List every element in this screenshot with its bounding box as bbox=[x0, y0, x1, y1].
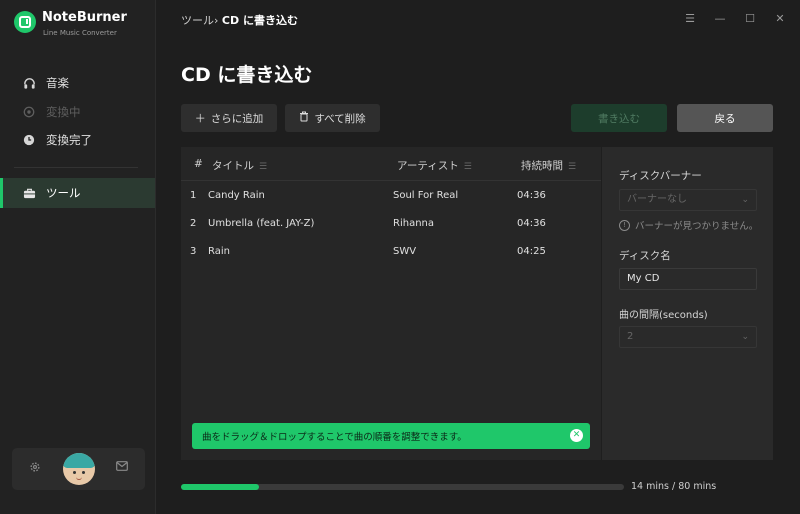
breadcrumb: ツール› CD に書き込む bbox=[181, 12, 298, 28]
row-num: 1 bbox=[190, 190, 197, 201]
sort-icon: ☰ bbox=[463, 162, 472, 172]
toolbox-icon bbox=[22, 186, 36, 200]
capacity-text: 14 mins / 80 mins bbox=[631, 481, 717, 492]
row-artist: Rihanna bbox=[393, 218, 434, 229]
window-controls: ☰ — ☐ ✕ bbox=[684, 12, 786, 25]
chevron-down-icon: ⌄ bbox=[741, 332, 749, 342]
minimize-icon[interactable]: — bbox=[714, 12, 726, 25]
sidebar-item-converted[interactable]: 変換完了 bbox=[0, 125, 155, 155]
sidebar-item-label: ツール bbox=[46, 186, 81, 200]
row-artist: Soul For Real bbox=[393, 190, 459, 201]
capacity-progress-fill bbox=[181, 484, 259, 490]
close-icon[interactable]: ✕ bbox=[570, 429, 583, 442]
row-artist: SWV bbox=[393, 246, 417, 257]
drag-tip-toast: 曲をドラッグ＆ドロップすることで曲の順番を調整できます。 ✕ bbox=[192, 423, 590, 449]
chevron-down-icon: ⌄ bbox=[741, 195, 749, 205]
app-subtitle: Line Music Converter bbox=[43, 29, 117, 37]
headphones-icon bbox=[22, 76, 36, 90]
plus-icon: ＋ bbox=[194, 112, 206, 125]
breadcrumb-parent[interactable]: ツール bbox=[181, 14, 214, 27]
info-icon: ! bbox=[619, 219, 630, 231]
maximize-icon[interactable]: ☐ bbox=[744, 12, 756, 25]
page-title: CD に書き込む bbox=[181, 64, 313, 86]
burn-settings-panel: ディスクバーナー バーナーなし ⌄ ! バーナーが見つかりません。 ディスク名 … bbox=[601, 147, 773, 460]
track-gap-select[interactable]: 2 ⌄ bbox=[619, 326, 757, 348]
sidebar-item-label: 音楽 bbox=[46, 76, 69, 90]
sidebar-divider bbox=[14, 167, 138, 168]
mail-icon[interactable] bbox=[115, 461, 129, 475]
trash-icon bbox=[299, 111, 309, 125]
row-title: Umbrella (feat. JAY-Z) bbox=[208, 218, 315, 229]
capacity-progress-bar bbox=[181, 484, 624, 490]
close-icon[interactable]: ✕ bbox=[774, 12, 786, 25]
column-header-title[interactable]: タイトル ☰ bbox=[212, 158, 267, 173]
row-num: 2 bbox=[190, 218, 197, 229]
column-header-artist[interactable]: アーティスト ☰ bbox=[397, 158, 472, 173]
sidebar-item-music[interactable]: 音楽 bbox=[0, 68, 155, 98]
sidebar-item-label: 変換完了 bbox=[46, 133, 92, 147]
main-area: ツール› CD に書き込む ☰ — ☐ ✕ CD に書き込む ＋ さらに追加 す… bbox=[156, 0, 800, 514]
table-row[interactable]: 2 Umbrella (feat. JAY-Z) Rihanna 04:36 bbox=[181, 210, 601, 238]
burn-button[interactable]: 書き込む bbox=[571, 104, 667, 132]
app-logo-icon bbox=[14, 11, 36, 33]
sidebar-item-tools[interactable]: ツール bbox=[0, 178, 155, 208]
row-num: 3 bbox=[190, 246, 197, 257]
row-duration: 04:36 bbox=[517, 190, 546, 201]
table-row[interactable]: 3 Rain SWV 04:25 bbox=[181, 238, 601, 266]
converting-icon bbox=[22, 105, 36, 119]
disc-banner-label: ディスクバーナー bbox=[619, 170, 702, 182]
disc-banner-info: ! バーナーが見つかりません。 bbox=[619, 218, 758, 232]
disc-name-label: ディスク名 bbox=[619, 250, 671, 262]
row-duration: 04:36 bbox=[517, 218, 546, 229]
delete-all-button[interactable]: すべて削除 bbox=[285, 104, 380, 132]
sidebar-item-label: 変換中 bbox=[46, 105, 81, 119]
row-duration: 04:25 bbox=[517, 246, 546, 257]
menu-icon[interactable]: ☰ bbox=[684, 12, 696, 25]
track-table: # タイトル ☰ アーティスト ☰ 持続時間 ☰ 1 Candy Rain Soul … bbox=[181, 147, 601, 460]
app-name: NoteBurner bbox=[42, 10, 127, 25]
track-gap-label: 曲の間隔(seconds) bbox=[619, 310, 708, 321]
clock-icon bbox=[22, 133, 36, 147]
column-header-duration[interactable]: 持続時間 ☰ bbox=[521, 158, 576, 173]
sort-icon: ☰ bbox=[259, 162, 268, 172]
account-panel bbox=[12, 448, 145, 490]
avatar[interactable] bbox=[63, 453, 95, 485]
row-title: Candy Rain bbox=[208, 190, 265, 201]
disc-name-input[interactable]: My CD bbox=[619, 268, 757, 290]
add-more-button[interactable]: ＋ さらに追加 bbox=[181, 104, 277, 132]
sidebar-item-converting[interactable]: 変換中 bbox=[0, 97, 155, 127]
row-title: Rain bbox=[208, 246, 230, 257]
sort-icon: ☰ bbox=[568, 162, 577, 172]
table-header: # タイトル ☰ アーティスト ☰ 持続時間 ☰ bbox=[181, 147, 601, 181]
gear-icon[interactable] bbox=[28, 461, 42, 475]
breadcrumb-separator: › bbox=[214, 14, 219, 27]
column-header-num: # bbox=[194, 158, 203, 170]
toast-message: 曲をドラッグ＆ドロップすることで曲の順番を調整できます。 bbox=[202, 432, 467, 443]
breadcrumb-current: CD に書き込む bbox=[221, 14, 298, 27]
disc-banner-select[interactable]: バーナーなし ⌄ bbox=[619, 189, 757, 211]
back-button[interactable]: 戻る bbox=[677, 104, 773, 132]
table-row[interactable]: 1 Candy Rain Soul For Real 04:36 bbox=[181, 182, 601, 210]
sidebar: NoteBurner Line Music Converter 音楽 変換中 変… bbox=[0, 0, 156, 514]
